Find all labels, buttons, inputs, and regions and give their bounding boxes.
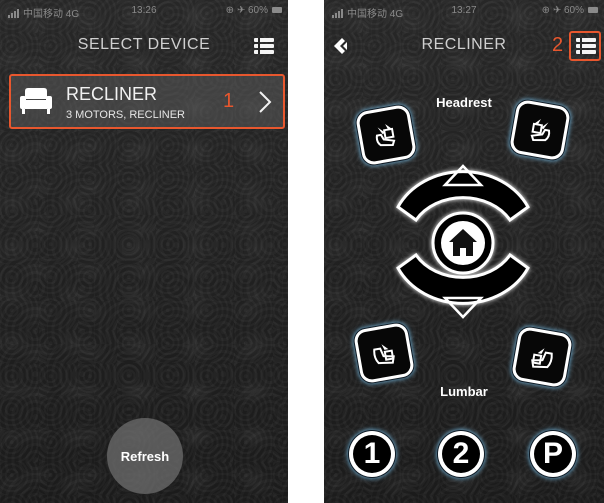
memory-1-button[interactable]: 1 bbox=[349, 431, 395, 477]
home-button[interactable] bbox=[431, 211, 495, 275]
status-battery: ⊕ ✈ 60% bbox=[225, 5, 268, 16]
memory-p-label: P bbox=[542, 437, 563, 470]
chevron-right-icon bbox=[259, 91, 272, 113]
lumbar-forward-button[interactable] bbox=[510, 325, 574, 389]
recliner-lumbar-icon bbox=[373, 344, 395, 365]
recliner-lumbar-icon bbox=[531, 348, 553, 369]
recliner-control-screen: 中国移动 4G 13:27 ⊕ ✈ 60% RECLINER 2 Headres… bbox=[324, 0, 604, 503]
recline-controls bbox=[396, 164, 530, 319]
select-device-screen: 中国移动 4G 13:26 ⊕ ✈ 60% SELECT DEVICE RECL… bbox=[0, 0, 288, 503]
device-subtitle: 3 MOTORS, RECLINER bbox=[66, 109, 185, 121]
memory-2-label: 2 bbox=[452, 437, 470, 470]
menu-list-icon[interactable] bbox=[254, 38, 274, 54]
annotation-1: 1 bbox=[223, 90, 235, 112]
status-bar: 中国移动 4G 13:26 ⊕ ✈ 60% bbox=[0, 0, 288, 20]
memory-p-button[interactable]: P bbox=[530, 431, 576, 477]
device-list-item-recliner[interactable]: RECLINER 3 MOTORS, RECLINER 1 bbox=[9, 74, 285, 129]
sofa-icon bbox=[20, 88, 52, 114]
lumbar-back-button[interactable] bbox=[352, 321, 416, 385]
lumbar-label: Lumbar bbox=[440, 384, 488, 399]
battery-icon bbox=[272, 7, 282, 13]
page-title: SELECT DEVICE bbox=[77, 36, 211, 53]
memory-2-button[interactable]: 2 bbox=[438, 431, 484, 477]
device-name: RECLINER bbox=[66, 84, 158, 104]
memory-1-label: 1 bbox=[363, 437, 381, 470]
refresh-button[interactable]: Refresh bbox=[107, 418, 183, 494]
